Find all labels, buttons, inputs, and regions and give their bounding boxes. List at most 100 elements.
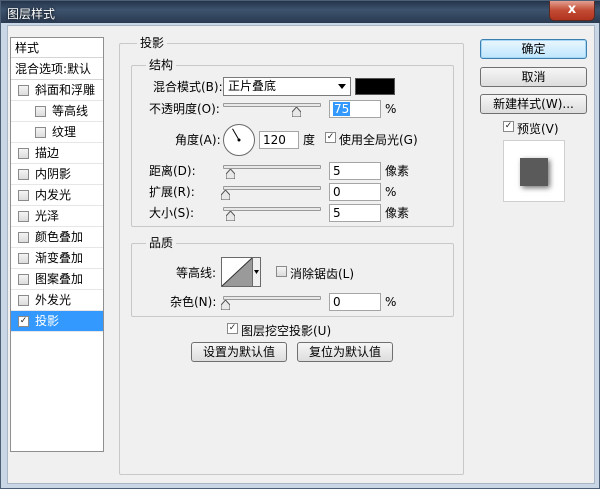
reset-default-button[interactable]: 复位为默认值 [297, 342, 393, 362]
size-slider-thumb[interactable] [226, 211, 235, 221]
style-list-item[interactable]: 图案叠加 [11, 269, 103, 290]
style-list-item-label: 投影 [35, 314, 60, 328]
style-checkbox[interactable] [18, 232, 29, 243]
style-checkbox[interactable] [18, 190, 29, 201]
anti-alias-checkbox[interactable] [276, 266, 287, 277]
new-style-button[interactable]: 新建样式(W)... [480, 94, 587, 114]
window-title: 图层样式 [7, 7, 56, 21]
angle-dial[interactable] [222, 123, 256, 157]
size-input[interactable]: 5 [329, 204, 381, 222]
opacity-slider-thumb[interactable] [292, 107, 301, 117]
style-checkbox[interactable] [18, 253, 29, 264]
style-list-item-label: 图案叠加 [35, 272, 84, 286]
style-preview [503, 140, 565, 202]
make-default-button[interactable]: 设置为默认值 [191, 342, 287, 362]
noise-slider-thumb[interactable] [221, 300, 230, 310]
knockout-checkbox[interactable]: ✓ [227, 323, 238, 334]
angle-unit: 度 [303, 133, 316, 147]
spread-slider-thumb[interactable] [221, 190, 230, 200]
spread-value: 0 [333, 185, 341, 199]
style-checkbox[interactable] [18, 85, 29, 96]
style-list-item-label: 颜色叠加 [35, 230, 84, 244]
style-list-item[interactable]: 外发光 [11, 290, 103, 311]
style-checkbox[interactable] [18, 169, 29, 180]
close-icon: x [567, 2, 577, 17]
size-value: 5 [333, 206, 341, 220]
style-list-item-label: 描边 [35, 146, 60, 160]
spread-unit: % [385, 185, 397, 199]
size-slider[interactable] [223, 207, 321, 211]
title-bar[interactable]: 图层样式 x [1, 1, 600, 23]
style-list-item-label: 渐变叠加 [35, 251, 84, 265]
opacity-value: 75 [333, 102, 351, 116]
preview-checkbox[interactable]: ✓ [503, 121, 514, 132]
quality-title: 品质 [146, 236, 177, 250]
shadow-color-swatch[interactable] [355, 78, 395, 95]
structure-title: 结构 [146, 58, 177, 72]
knockout-label[interactable]: 图层挖空投影(U) [241, 324, 331, 338]
style-list-item[interactable]: ✓ 投影 [11, 311, 103, 332]
style-checkbox[interactable]: ✓ [18, 316, 29, 327]
opacity-label: 不透明度(O): [149, 102, 220, 116]
style-list-item[interactable]: 纹理 [11, 122, 103, 143]
distance-slider-thumb[interactable] [226, 169, 235, 179]
style-checkbox[interactable] [35, 106, 46, 117]
preview-label[interactable]: 预览(V) [517, 122, 559, 136]
style-list-item[interactable]: 等高线 [11, 101, 103, 122]
distance-value: 5 [333, 164, 341, 178]
style-checkbox[interactable] [18, 274, 29, 285]
style-list: 样式 混合选项:默认 斜面和浮雕等高线纹理描边内阴影内发光光泽颜色叠加渐变叠加图… [10, 37, 104, 452]
blend-mode-select[interactable]: 正片叠底 [223, 77, 351, 96]
style-list-item[interactable]: 斜面和浮雕 [11, 80, 103, 101]
style-checkbox[interactable] [35, 127, 46, 138]
noise-unit: % [385, 295, 397, 309]
opacity-input[interactable]: 75 [329, 100, 381, 118]
angle-label: 角度(A): [175, 133, 221, 147]
use-global-light-checkbox[interactable]: ✓ [325, 132, 336, 143]
noise-value: 0 [333, 295, 341, 309]
distance-label: 距离(D): [149, 164, 196, 178]
cancel-button[interactable]: 取消 [480, 67, 587, 87]
noise-slider[interactable] [223, 296, 321, 300]
size-unit: 像素 [385, 206, 410, 220]
style-checkbox[interactable] [18, 295, 29, 306]
style-list-item[interactable]: 颜色叠加 [11, 227, 103, 248]
blend-options-item[interactable]: 混合选项:默认 [11, 59, 103, 80]
style-list-item-label: 内发光 [35, 188, 72, 202]
spread-slider[interactable] [223, 186, 321, 190]
drop-shadow-title: 投影 [137, 36, 168, 50]
preview-thumbnail [520, 158, 548, 186]
style-list-item-label: 光泽 [35, 209, 60, 223]
style-list-item-label: 内阴影 [35, 167, 72, 181]
angle-input[interactable]: 120 [259, 131, 299, 149]
noise-input[interactable]: 0 [329, 293, 381, 311]
style-list-item-label: 等高线 [52, 104, 89, 118]
noise-label: 杂色(N): [170, 295, 217, 309]
spread-label: 扩展(R): [149, 185, 195, 199]
style-list-item[interactable]: 光泽 [11, 206, 103, 227]
opacity-unit: % [385, 102, 397, 116]
style-list-item-label: 纹理 [52, 125, 77, 139]
distance-unit: 像素 [385, 164, 410, 178]
style-checkbox[interactable] [18, 211, 29, 222]
style-checkbox[interactable] [18, 148, 29, 159]
contour-label: 等高线: [176, 266, 217, 280]
chevron-down-icon [338, 84, 346, 89]
ok-button[interactable]: 确定 [480, 39, 587, 59]
spread-input[interactable]: 0 [329, 183, 381, 201]
distance-slider[interactable] [223, 165, 321, 169]
style-list-item[interactable]: 描边 [11, 143, 103, 164]
blend-mode-value: 正片叠底 [228, 79, 277, 93]
blend-mode-label: 混合模式(B): [153, 80, 223, 94]
style-list-header[interactable]: 样式 [11, 38, 103, 58]
style-list-item[interactable]: 内发光 [11, 185, 103, 206]
opacity-slider[interactable] [223, 103, 321, 107]
style-list-item[interactable]: 内阴影 [11, 164, 103, 185]
distance-input[interactable]: 5 [329, 162, 381, 180]
anti-alias-label[interactable]: 消除锯齿(L) [290, 267, 354, 281]
size-label: 大小(S): [149, 206, 195, 220]
contour-picker[interactable] [221, 257, 261, 287]
close-button[interactable]: x [549, 1, 595, 21]
style-list-item[interactable]: 渐变叠加 [11, 248, 103, 269]
use-global-light-label[interactable]: 使用全局光(G) [339, 133, 418, 147]
